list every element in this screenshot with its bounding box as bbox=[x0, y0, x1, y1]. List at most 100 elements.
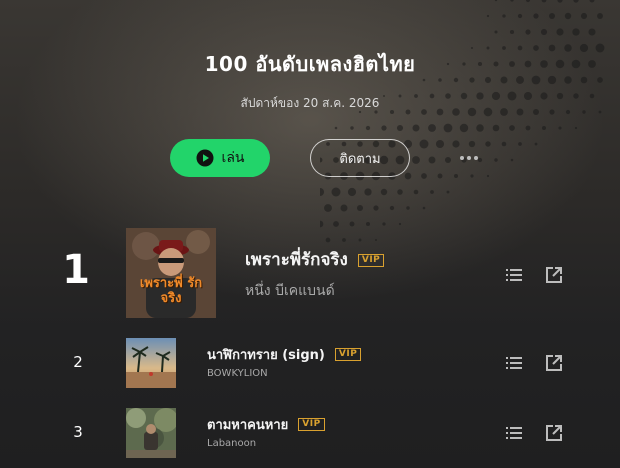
track-artist[interactable]: หนึ่ง บีเคแบนด์ bbox=[245, 280, 335, 302]
pattern-dot bbox=[446, 190, 450, 194]
album-art bbox=[126, 338, 176, 388]
pattern-dot bbox=[549, 13, 555, 19]
track-title[interactable]: นาฬิกาทราย (sign) bbox=[207, 348, 325, 363]
track-artist[interactable]: BOWKYLION bbox=[207, 368, 268, 379]
pattern-dot bbox=[476, 124, 484, 132]
pattern-dot bbox=[364, 188, 372, 196]
vip-badge: VIP bbox=[357, 254, 385, 267]
pattern-dot bbox=[541, 0, 547, 3]
share-icon[interactable] bbox=[545, 354, 563, 372]
pattern-dot bbox=[347, 187, 357, 197]
pattern-dot bbox=[413, 189, 419, 195]
pattern-dot bbox=[572, 28, 580, 36]
track-rank: 1 bbox=[62, 247, 90, 293]
pattern-dot bbox=[380, 188, 388, 196]
pattern-dot bbox=[443, 123, 453, 133]
pattern-dot bbox=[428, 124, 436, 132]
pattern-dot bbox=[422, 206, 426, 210]
pattern-dot bbox=[518, 142, 522, 146]
pattern-dot bbox=[533, 13, 539, 19]
pattern-dot bbox=[588, 28, 596, 36]
pattern-dot bbox=[494, 30, 498, 34]
track-title[interactable]: เพราะพี่รักจริง bbox=[245, 250, 348, 270]
pattern-dot bbox=[453, 173, 459, 179]
pattern-dot bbox=[412, 124, 420, 132]
play-icon bbox=[196, 149, 214, 167]
pattern-dot bbox=[406, 206, 410, 210]
pattern-dot bbox=[486, 174, 490, 178]
pattern-dot bbox=[556, 28, 564, 36]
album-cover-text: เพราะพี่ รักจริง bbox=[139, 276, 203, 306]
pattern-dot bbox=[494, 0, 498, 2]
play-button[interactable]: เล่น bbox=[170, 139, 270, 177]
pattern-dot bbox=[421, 173, 427, 179]
pattern-dot bbox=[574, 126, 578, 130]
playlist-icon[interactable] bbox=[505, 424, 523, 442]
pattern-dot bbox=[381, 125, 387, 131]
pattern-dot bbox=[396, 124, 404, 132]
pattern-dot bbox=[470, 174, 474, 178]
pattern-dot bbox=[542, 126, 546, 130]
pattern-dot bbox=[404, 172, 412, 180]
track-artist[interactable]: Labanoon bbox=[207, 438, 256, 449]
track-row[interactable]: 1 เพราะพี่ รักจริง เพราะพี่รักจริง VIP หน… bbox=[0, 226, 620, 322]
pattern-dot bbox=[580, 12, 588, 20]
pattern-dot bbox=[510, 158, 514, 162]
pattern-dot bbox=[540, 28, 548, 36]
pattern-dot bbox=[334, 126, 338, 130]
track-rank: 2 bbox=[73, 353, 83, 371]
pattern-dot bbox=[340, 204, 348, 212]
follow-button[interactable]: ติดตาม bbox=[310, 139, 410, 177]
pattern-dot bbox=[525, 29, 531, 35]
page-title: 100 อันดับเพลงฮิตไทย bbox=[204, 52, 416, 76]
pattern-dot bbox=[564, 12, 572, 20]
share-icon[interactable] bbox=[545, 424, 563, 442]
more-icon[interactable] bbox=[454, 148, 484, 168]
pattern-dot bbox=[509, 125, 515, 131]
playlist-icon[interactable] bbox=[505, 266, 523, 284]
vip-badge: VIP bbox=[334, 348, 362, 361]
pattern-dot bbox=[350, 126, 354, 130]
decorative-dot-pattern bbox=[320, 0, 605, 243]
pattern-dot bbox=[397, 189, 403, 195]
chart-week-label: สัปดาห์ของ 20 ส.ค. 2026 bbox=[240, 96, 380, 110]
share-icon[interactable] bbox=[545, 266, 563, 284]
pattern-dot bbox=[419, 139, 429, 149]
pattern-dot bbox=[398, 222, 402, 226]
follow-button-label: ติดตาม bbox=[339, 151, 381, 167]
track-title-block[interactable]: เพราะพี่รักจริง VIP bbox=[245, 246, 385, 273]
pattern-dot bbox=[324, 204, 332, 212]
pattern-dot bbox=[435, 139, 445, 149]
pattern-dot bbox=[534, 142, 538, 146]
pattern-dot bbox=[494, 158, 498, 162]
track-rank: 3 bbox=[73, 423, 83, 441]
pattern-dot bbox=[468, 140, 476, 148]
album-cover[interactable] bbox=[126, 338, 176, 388]
pattern-dot bbox=[510, 0, 514, 2]
pattern-dot bbox=[485, 141, 491, 147]
pattern-dot bbox=[502, 14, 506, 18]
album-cover[interactable]: เพราะพี่ รักจริง bbox=[126, 228, 216, 318]
play-button-label: เล่น bbox=[221, 150, 245, 166]
pattern-dot bbox=[492, 124, 500, 132]
track-row[interactable]: 2 นาฬิกาทราย (sign) VIP BOWKYLION bbox=[0, 336, 620, 390]
pattern-dot bbox=[430, 190, 434, 194]
track-title[interactable]: ตามหาคนหาย bbox=[207, 418, 288, 433]
pattern-dot bbox=[389, 205, 395, 211]
album-cover[interactable] bbox=[126, 408, 176, 458]
pattern-dot bbox=[444, 156, 452, 164]
pattern-dot bbox=[517, 13, 523, 19]
track-title-block[interactable]: ตามหาคนหาย VIP bbox=[207, 414, 325, 435]
pattern-dot bbox=[459, 123, 469, 133]
playlist-icon[interactable] bbox=[505, 354, 523, 372]
pattern-dot bbox=[320, 187, 325, 197]
pattern-dot bbox=[589, 0, 595, 3]
track-title-block[interactable]: นาฬิกาทราย (sign) VIP bbox=[207, 344, 362, 365]
vip-badge: VIP bbox=[298, 418, 325, 431]
pattern-dot bbox=[597, 13, 603, 19]
track-row[interactable]: 3 ตามหาคนหาย VIP Labanoon bbox=[0, 404, 620, 458]
pattern-dot bbox=[437, 173, 443, 179]
pattern-dot bbox=[331, 187, 341, 197]
album-art bbox=[126, 408, 176, 458]
pattern-dot bbox=[573, 0, 579, 3]
